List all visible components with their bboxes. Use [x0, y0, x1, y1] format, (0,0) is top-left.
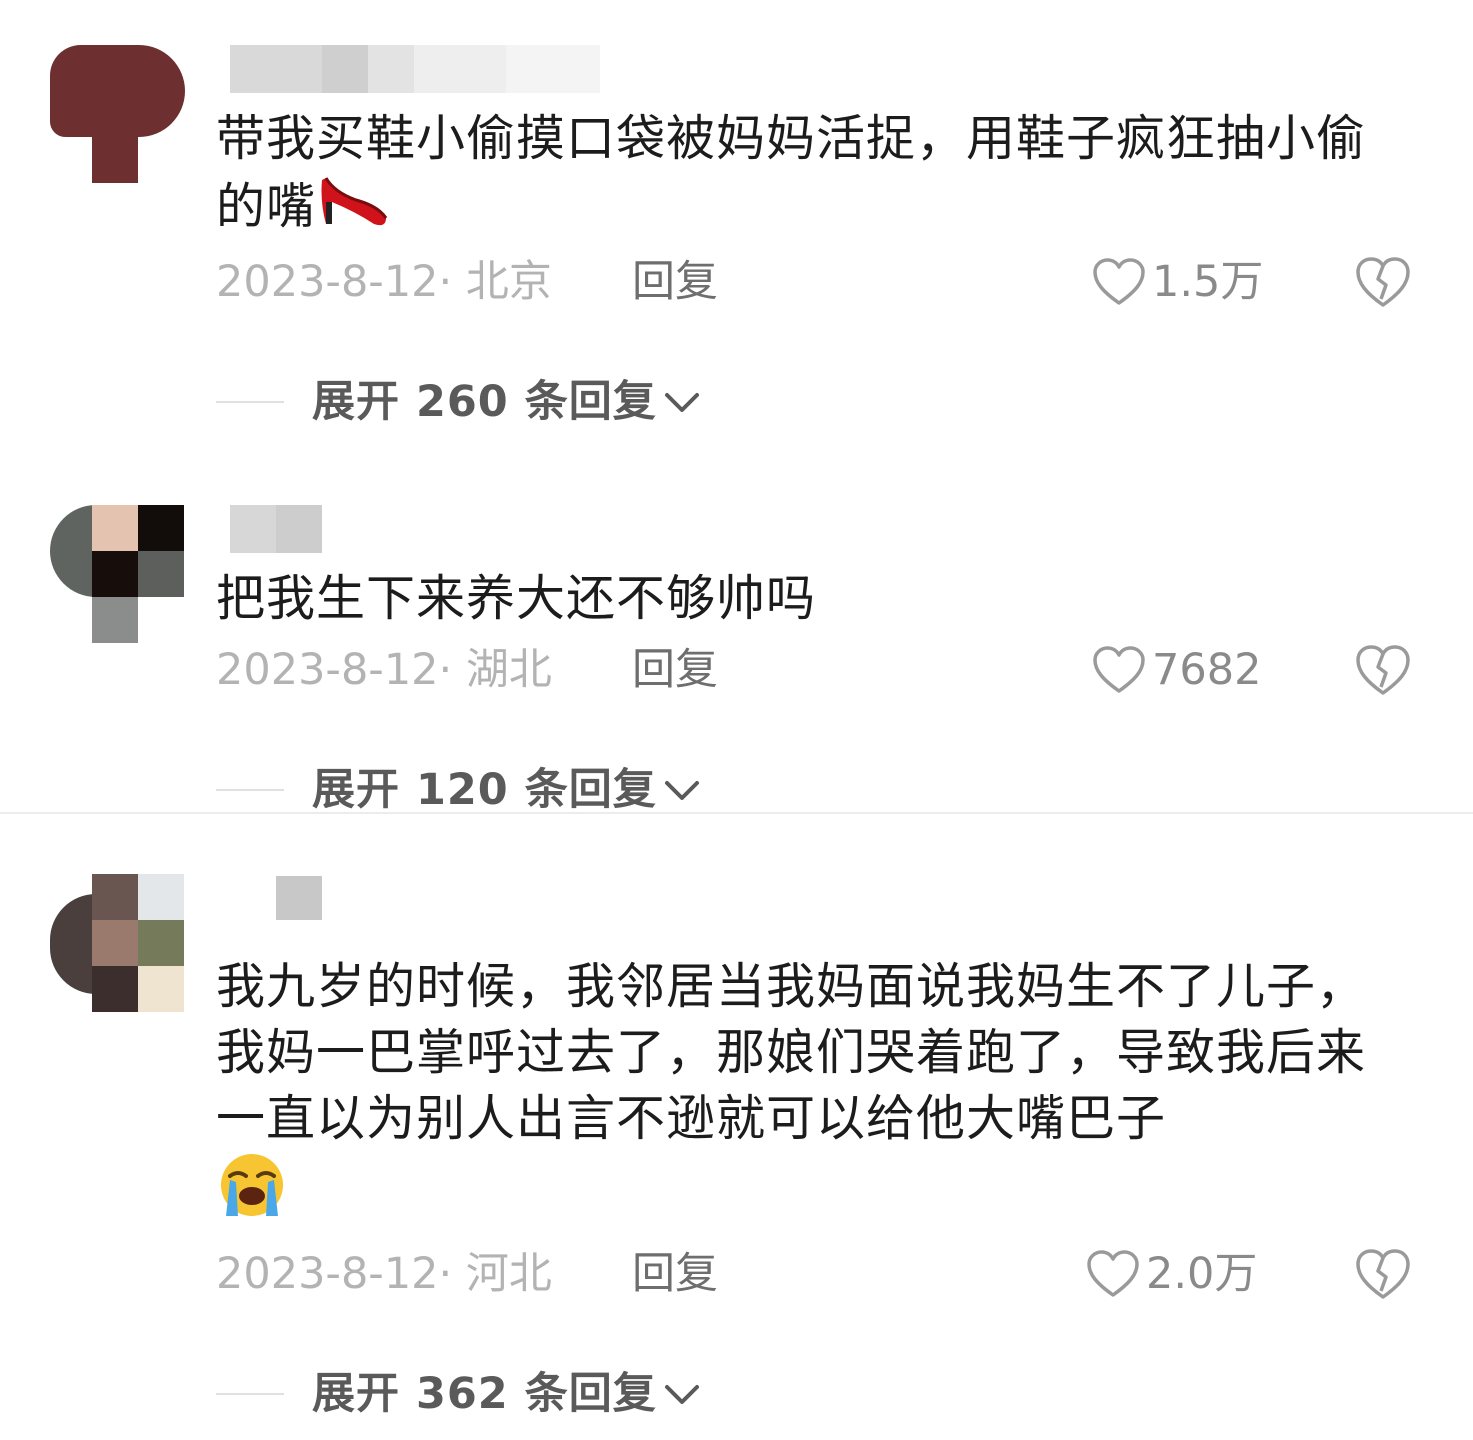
divider-line — [216, 789, 284, 791]
comment-meta: 2023-8-12· 湖北 回复 7682 — [216, 640, 1426, 700]
comment-2: 把我生下来养大还不够帅吗 2023-8-12· 湖北 回复 7682 展开 12… — [0, 460, 1473, 815]
broken-heart-icon[interactable] — [1354, 643, 1412, 697]
avatar[interactable] — [50, 45, 185, 185]
expand-replies-label: 展开 120 条回复 — [312, 765, 657, 815]
like-count: 2.0万 — [1146, 1249, 1258, 1299]
chevron-down-icon — [664, 1385, 699, 1404]
username-blurred[interactable] — [230, 45, 600, 93]
chevron-down-icon — [664, 393, 699, 412]
divider-line — [216, 1393, 284, 1395]
reply-button[interactable]: 回复 — [632, 252, 718, 312]
like-button[interactable]: 1.5万 — [1092, 252, 1263, 312]
loudly-crying-face-icon — [216, 1152, 288, 1235]
avatar[interactable] — [50, 505, 185, 645]
avatar[interactable] — [50, 874, 185, 1014]
comment-text-content: 把我生下来养大还不够帅吗 — [216, 570, 817, 627]
comment-meta: 2023-8-12· 北京 回复 1.5万 — [216, 252, 1426, 312]
broken-heart-icon[interactable] — [1354, 255, 1412, 309]
like-button[interactable]: 2.0万 — [1086, 1244, 1257, 1304]
broken-heart-icon[interactable] — [1354, 1247, 1412, 1301]
comment-meta: 2023-8-12· 河北 回复 2.0万 — [216, 1244, 1426, 1304]
like-count: 1.5万 — [1152, 257, 1264, 307]
heart-icon — [1093, 258, 1145, 305]
expand-replies-button[interactable]: 展开 120 条回复 — [216, 760, 703, 820]
comment-text: 带我买鞋小偷摸口袋被妈妈活捉，用鞋子疯狂抽小偷的嘴 — [216, 106, 1406, 247]
reply-button[interactable]: 回复 — [632, 640, 718, 700]
like-count: 7682 — [1152, 645, 1262, 695]
heart-icon — [1093, 646, 1145, 693]
comment-3: 我九岁的时候，我邻居当我妈面说我妈生不了儿子，我妈一巴掌呼过去了，那娘们哭着跑了… — [0, 814, 1473, 1440]
username-blurred[interactable] — [230, 876, 322, 924]
heart-icon — [1087, 1250, 1139, 1297]
expand-replies-button[interactable]: 展开 362 条回复 — [216, 1364, 703, 1424]
comment-date-location: 2023-8-12· 湖北 — [216, 645, 552, 695]
comment-date-location: 2023-8-12· 北京 — [216, 257, 552, 307]
username-blurred[interactable] — [230, 505, 350, 553]
comment-1: 带我买鞋小偷摸口袋被妈妈活捉，用鞋子疯狂抽小偷的嘴 2023-8-12· 北京 … — [0, 0, 1473, 460]
comment-text: 我九岁的时候，我邻居当我妈面说我妈生不了儿子，我妈一巴掌呼过去了，那娘们哭着跑了… — [216, 954, 1406, 1235]
chevron-down-icon — [664, 781, 699, 800]
comment-date-location: 2023-8-12· 河北 — [216, 1249, 552, 1299]
expand-replies-button[interactable]: 展开 260 条回复 — [216, 372, 703, 432]
comment-text-content: 我九岁的时候，我邻居当我妈面说我妈生不了儿子，我妈一巴掌呼过去了，那娘们哭着跑了… — [216, 958, 1367, 1147]
like-button[interactable]: 7682 — [1092, 640, 1261, 700]
expand-replies-label: 展开 362 条回复 — [312, 1369, 657, 1419]
expand-replies-label: 展开 260 条回复 — [312, 377, 657, 427]
high-heel-shoe-icon — [316, 172, 390, 247]
reply-button[interactable]: 回复 — [632, 1244, 718, 1304]
divider-line — [216, 401, 284, 403]
comment-text: 把我生下来养大还不够帅吗 — [216, 566, 1406, 632]
